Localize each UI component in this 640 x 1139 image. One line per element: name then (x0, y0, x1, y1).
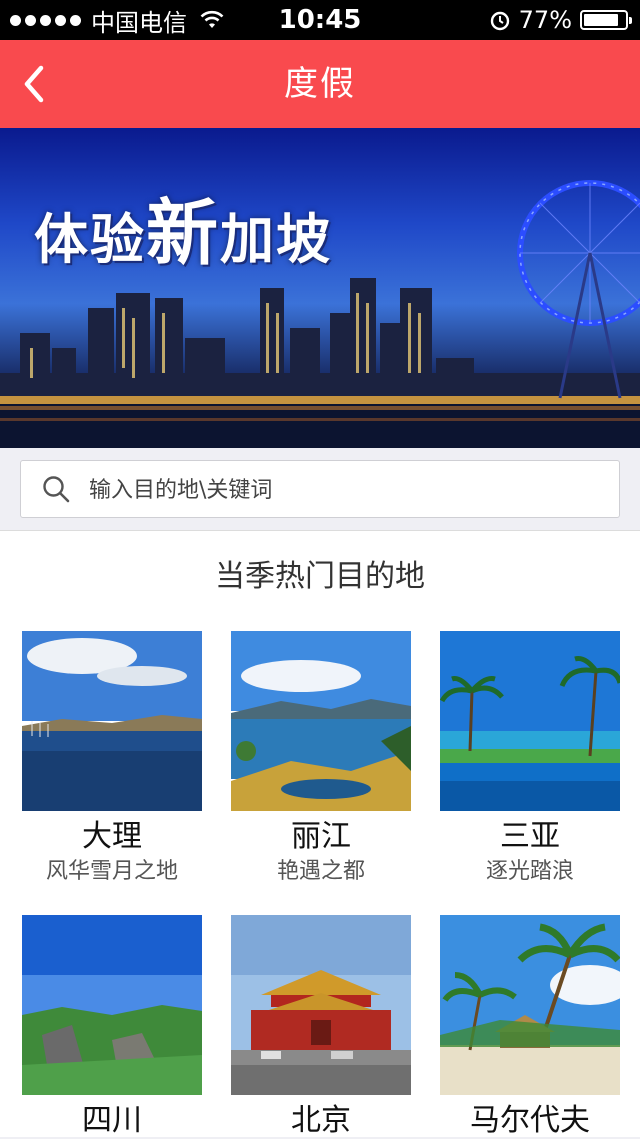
hot-destinations-section: 当季热门目的地 大理 风华雪月之地 丽江 艳遇之都 三亚 逐光踏浪 四川 北京 … (0, 530, 640, 1139)
search-bar (0, 448, 640, 530)
nav-bar: 度假 (0, 40, 640, 128)
status-right: 77% (489, 0, 632, 40)
destination-image-beijing (231, 915, 411, 1095)
destination-desc: 风华雪月之地 (45, 859, 178, 884)
destination-name: 北京 (291, 1103, 351, 1138)
banner-text-right: 加坡 (220, 207, 333, 271)
destination-desc: 逐光踏浪 (485, 859, 574, 884)
section-title: 当季热门目的地 (215, 559, 425, 594)
battery-icon (580, 10, 632, 30)
destination-card-sichuan[interactable]: 四川 (22, 915, 202, 1139)
destination-card-dali[interactable]: 大理 风华雪月之地 (22, 631, 202, 887)
search-icon (43, 476, 70, 503)
destination-image-dali (22, 631, 202, 811)
destination-image-sanya (440, 631, 620, 811)
alarm-clock-icon (490, 11, 509, 31)
destination-card-maldives[interactable]: 马尔代夫 (440, 915, 620, 1139)
destination-card-beijing[interactable]: 北京 (231, 915, 411, 1139)
destination-name: 四川 (82, 1103, 142, 1138)
destination-name: 大理 (82, 819, 142, 854)
destination-name: 马尔代夫 (470, 1103, 590, 1138)
destination-card-sanya[interactable]: 三亚 逐光踏浪 (440, 631, 620, 887)
page-title: 度假 (284, 64, 356, 104)
promo-banner[interactable]: 体验新加坡 (0, 128, 640, 448)
destination-name: 丽江 (291, 819, 351, 854)
search-box[interactable] (20, 460, 620, 519)
destination-image-lijiang (231, 631, 411, 811)
banner-headline: 体验新加坡 (34, 174, 332, 279)
destination-image-maldives (440, 915, 620, 1095)
banner-text-left: 体验 (34, 207, 146, 271)
destination-desc: 艳遇之都 (276, 859, 365, 884)
destination-card-lijiang[interactable]: 丽江 艳遇之都 (231, 631, 411, 887)
destination-image-sichuan (22, 915, 202, 1095)
status-bar: 中国电信 10:45 77% (0, 0, 640, 40)
search-input[interactable] (87, 461, 591, 519)
battery-percent: 77% (518, 6, 572, 34)
banner-text-big: 新 (146, 190, 221, 275)
destination-name: 三亚 (500, 819, 560, 854)
